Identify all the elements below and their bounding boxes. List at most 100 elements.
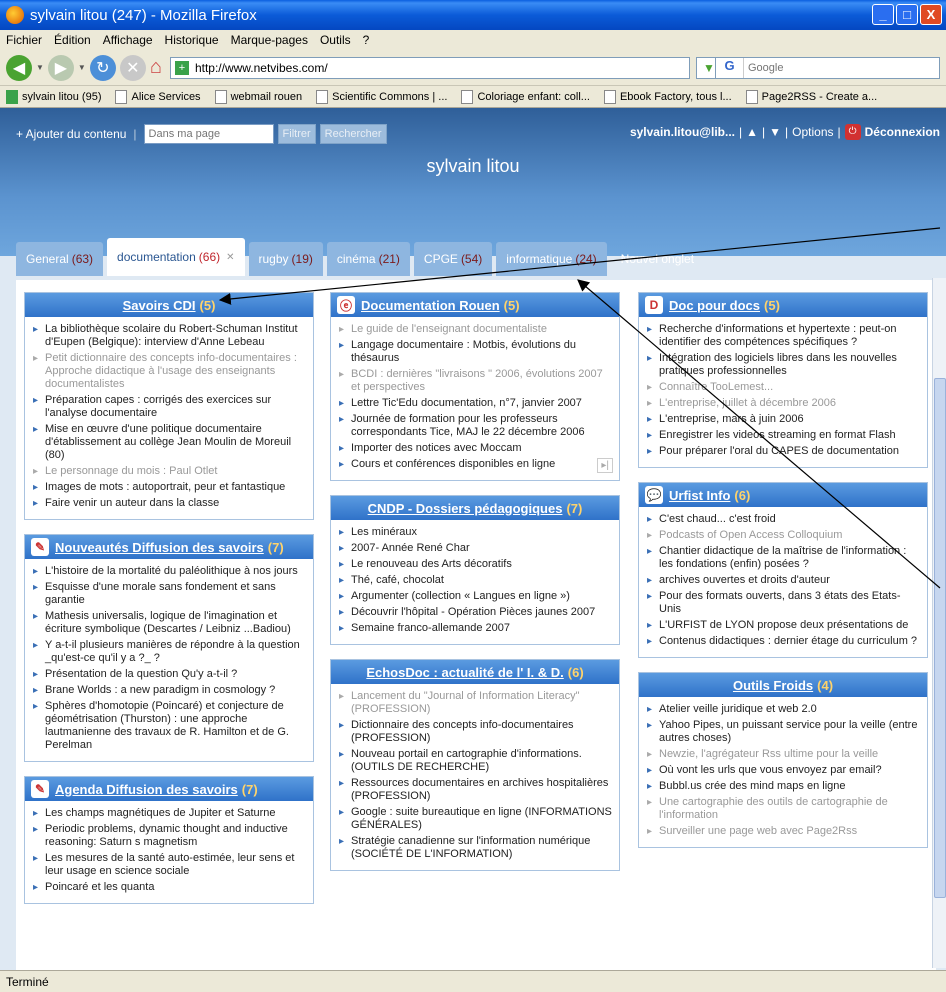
list-item[interactable]: Préparation capes : corrigés des exercic… <box>33 394 307 420</box>
list-item[interactable]: Yahoo Pipes, un puissant service pour la… <box>647 719 921 745</box>
minimize-button[interactable]: _ <box>872 4 894 25</box>
widget-title[interactable]: Savoirs CDI (5) <box>25 293 313 317</box>
widget-title[interactable]: ✎ Nouveautés Diffusion des savoirs (7) <box>25 535 313 559</box>
bookmark-item[interactable]: Ebook Factory, tous l... <box>603 89 732 104</box>
home-icon[interactable]: ⌂ <box>150 56 162 79</box>
list-item[interactable]: Ressources documentaires en archives hos… <box>339 777 613 803</box>
list-item[interactable]: Intégration des logiciels libres dans le… <box>647 352 921 378</box>
widget-title[interactable]: EchosDoc : actualité de l' I. & D. (6) <box>331 660 619 684</box>
list-item[interactable]: C'est chaud... c'est froid <box>647 513 921 526</box>
bookmark-item[interactable]: Page2RSS - Create a... <box>745 89 877 104</box>
page-search-input[interactable] <box>143 124 274 144</box>
list-item[interactable]: L'URFIST de LYON propose deux présentati… <box>647 619 921 632</box>
list-item[interactable]: Podcasts of Open Access Colloquium <box>647 529 921 542</box>
back-icon[interactable]: ◀ <box>6 54 32 81</box>
list-item[interactable]: Atelier veille juridique et web 2.0 <box>647 703 921 716</box>
list-item[interactable]: Les champs magnétiques de Jupiter et Sat… <box>33 807 307 820</box>
close-tab-icon[interactable]: ✕ <box>226 252 234 263</box>
list-item[interactable]: Argumenter (collection « Langues en lign… <box>339 590 613 603</box>
list-item[interactable]: Images de mots : autoportrait, peur et f… <box>33 481 307 494</box>
list-item[interactable]: Brane Worlds : a new paradigm in cosmolo… <box>33 684 307 697</box>
list-item[interactable]: Où vont les urls que vous envoyez par em… <box>647 764 921 777</box>
widget-title[interactable]: CNDP - Dossiers pédagogiques (7) <box>331 496 619 520</box>
widget-title[interactable]: 💬 Urfist Info (6) <box>639 483 927 507</box>
tab-informatique[interactable]: informatique (24) <box>496 242 607 276</box>
bookmark-item[interactable]: Scientific Commons | ... <box>316 89 447 104</box>
list-item[interactable]: Dictionnaire des concepts info-documenta… <box>339 719 613 745</box>
list-item[interactable]: L'entreprise, mars à juin 2006 <box>647 413 921 426</box>
list-item[interactable]: Newzie, l'agrégateur Rss ultime pour la … <box>647 748 921 761</box>
forward-icon[interactable]: ▶ <box>47 54 74 81</box>
list-item[interactable]: Periodic problems, dynamic thought and i… <box>33 823 307 849</box>
list-item[interactable]: Sphères d'homotopie (Poincaré) et conjec… <box>33 700 307 752</box>
list-item[interactable]: Importer des notices avec Moccam <box>339 442 613 455</box>
back-history-icon[interactable]: ▼ <box>36 63 44 72</box>
tab-cinema[interactable]: cinéma (21) <box>326 242 410 276</box>
tab-general[interactable]: General (63) <box>16 242 104 276</box>
new-tab-link[interactable]: Nouvel onglet <box>611 242 704 276</box>
tab-documentation[interactable]: documentation (66) ✕ <box>107 238 245 276</box>
google-icon[interactable]: G <box>716 58 744 78</box>
widget-title[interactable]: Outils Froids (4) <box>639 673 927 697</box>
bookmark-item[interactable]: Coloriage enfant: coll... <box>461 89 590 104</box>
list-item[interactable]: Mathesis universalis, logique de l'imagi… <box>33 610 307 636</box>
collapse-icon[interactable]: ▲ <box>746 125 758 139</box>
list-item[interactable]: L'histoire de la mortalité du paléolithi… <box>33 565 307 578</box>
tab-cpge[interactable]: CPGE (54) <box>413 242 493 276</box>
menu-fichier[interactable]: Fichier <box>6 33 42 47</box>
next-page-icon[interactable]: ▸| <box>597 458 613 473</box>
list-item[interactable]: La bibliothèque scolaire du Robert-Schum… <box>33 323 307 349</box>
user-account[interactable]: sylvain.litou@lib... <box>630 125 735 139</box>
list-item[interactable]: Chantier didactique de la maîtrise de l'… <box>647 545 921 571</box>
expand-icon[interactable]: ▼ <box>769 125 781 139</box>
menu-outils[interactable]: Outils <box>320 33 351 47</box>
list-item[interactable]: Mise en œuvre d'une politique documentai… <box>33 423 307 462</box>
list-item[interactable]: Enregistrer les videos streaming en form… <box>647 429 921 442</box>
tab-rugby[interactable]: rugby (19) <box>248 242 323 276</box>
list-item[interactable]: Présentation de la question Qu'y a-t-il … <box>33 668 307 681</box>
list-item[interactable]: Semaine franco-allemande 2007 <box>339 622 613 635</box>
list-item[interactable]: Recherche d'informations et hypertexte :… <box>647 323 921 349</box>
list-item[interactable]: Connaître TooLemest... <box>647 381 921 394</box>
url-input[interactable] <box>194 60 665 75</box>
filter-button[interactable]: Filtrer <box>277 124 316 144</box>
list-item[interactable]: Cours et conférences disponibles en lign… <box>339 458 613 473</box>
list-item[interactable]: Petit dictionnaire des concepts info-doc… <box>33 352 307 391</box>
menu-marque-pages[interactable]: Marque-pages <box>231 33 308 47</box>
list-item[interactable]: Journée de formation pour les professeur… <box>339 413 613 439</box>
list-item[interactable]: Une cartographie des outils de cartograp… <box>647 796 921 822</box>
list-item[interactable]: Google : suite bureautique en ligne (INF… <box>339 806 613 832</box>
close-button[interactable]: X <box>920 4 942 25</box>
list-item[interactable]: Le renouveau des Arts décoratifs <box>339 558 613 571</box>
list-item[interactable]: Les minéraux <box>339 526 613 539</box>
list-item[interactable]: Lancement du "Journal of Information Lit… <box>339 690 613 716</box>
list-item[interactable]: Faire venir un auteur dans la classe <box>33 497 307 510</box>
list-item[interactable]: Esquisse d'une morale sans fondement et … <box>33 581 307 607</box>
add-content-link[interactable]: + Ajouter du contenu <box>16 127 126 141</box>
list-item[interactable]: Surveiller une page web avec Page2Rss <box>647 825 921 838</box>
list-item[interactable]: Le guide de l'enseignant documentaliste <box>339 323 613 336</box>
menu-help[interactable]: ? <box>363 33 370 47</box>
stop-icon[interactable]: ✕ <box>119 54 146 81</box>
list-item[interactable]: Découvrir l'hôpital - Opération Pièces j… <box>339 606 613 619</box>
list-item[interactable]: Les mesures de la santé auto-estimée, le… <box>33 852 307 878</box>
power-icon[interactable]: ⏻ <box>844 124 861 140</box>
list-item[interactable]: Lettre Tic'Edu documentation, n°7, janvi… <box>339 397 613 410</box>
logout-link[interactable]: Déconnexion <box>865 125 940 139</box>
scrollbar-thumb[interactable] <box>934 378 946 898</box>
list-item[interactable]: Stratégie canadienne sur l'information n… <box>339 835 613 861</box>
list-item[interactable]: 2007- Année René Char <box>339 542 613 555</box>
list-item[interactable]: Pour des formats ouverts, dans 3 états d… <box>647 590 921 616</box>
list-item[interactable]: BCDI : dernières "livraisons " 2006, évo… <box>339 368 613 394</box>
widget-title[interactable]: ✎ Agenda Diffusion des savoirs (7) <box>25 777 313 801</box>
menu-edition[interactable]: Édition <box>54 33 91 47</box>
search-input[interactable] <box>744 62 904 74</box>
bookmark-item[interactable]: sylvain litou (95) <box>6 89 101 104</box>
forward-history-icon[interactable]: ▼ <box>78 63 86 72</box>
bookmark-item[interactable]: webmail rouen <box>214 89 302 104</box>
maximize-button[interactable]: □ <box>896 4 918 25</box>
list-item[interactable]: L'entreprise, juillet à décembre 2006 <box>647 397 921 410</box>
search-button[interactable]: Rechercher <box>319 124 387 144</box>
widget-title[interactable]: ⓔ Documentation Rouen (5) <box>331 293 619 317</box>
list-item[interactable]: Langage documentaire : Motbis, évolution… <box>339 339 613 365</box>
